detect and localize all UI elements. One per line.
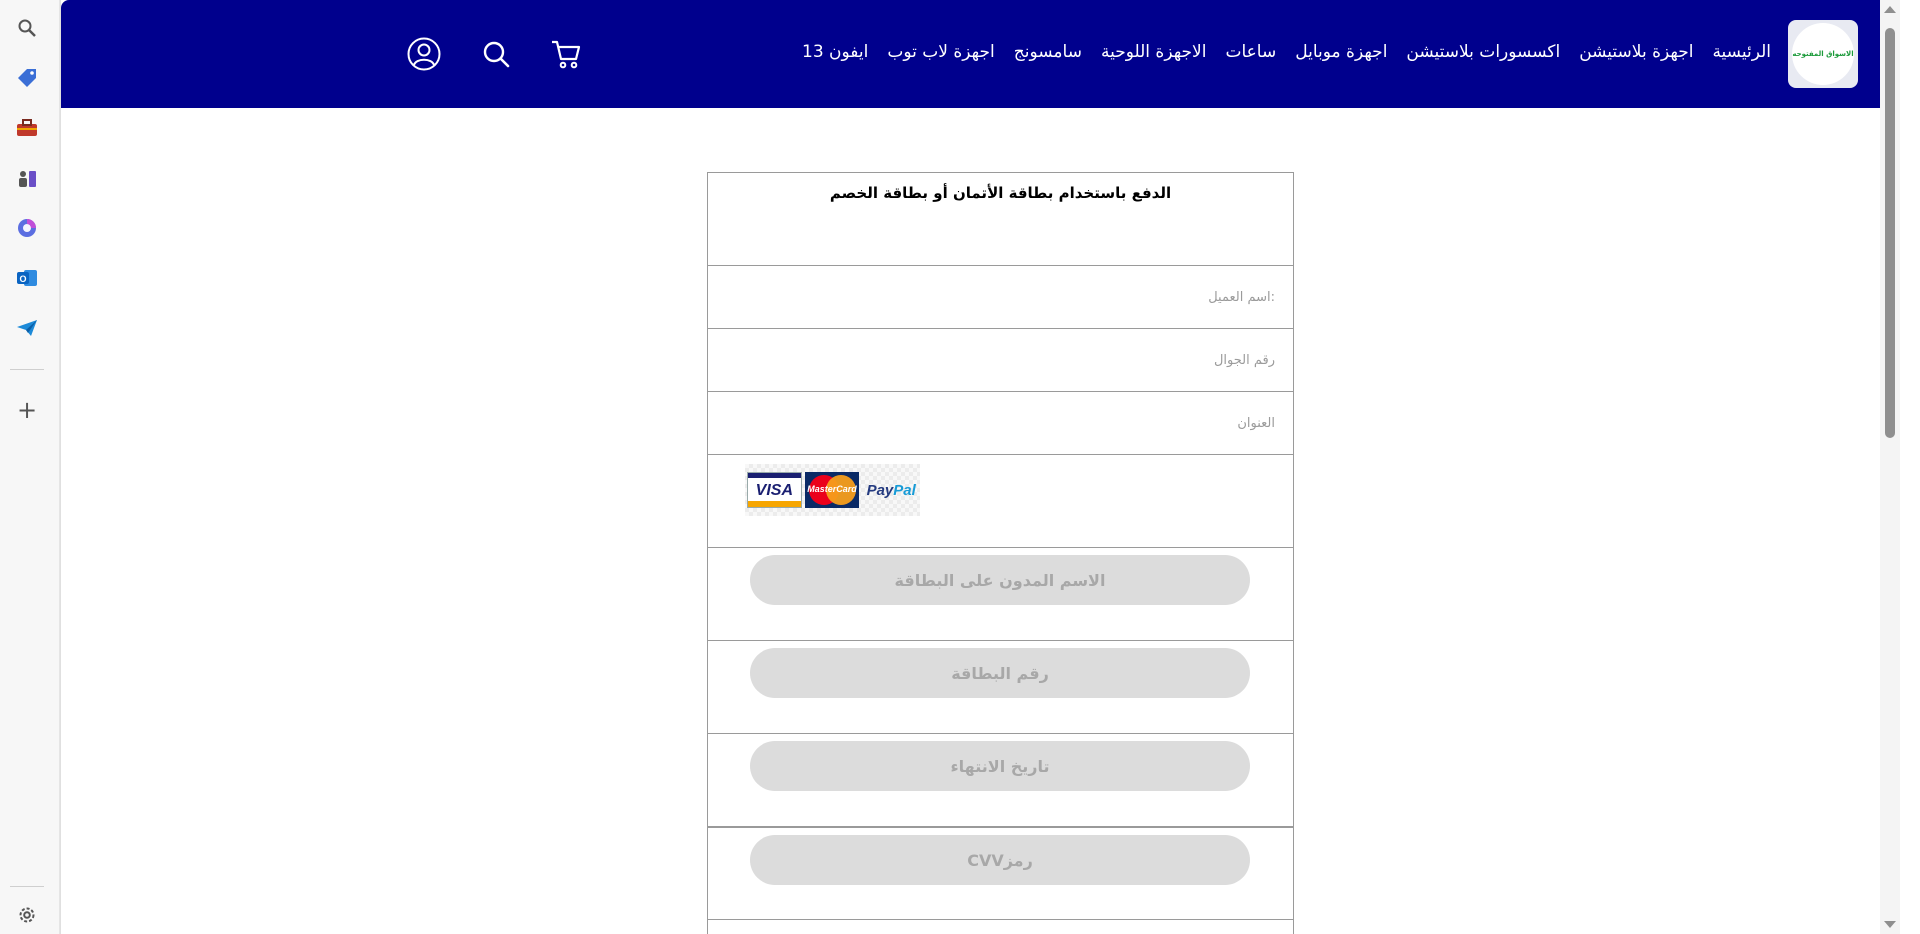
mastercard-logo: MasterCard	[804, 472, 860, 508]
customer-name-row	[708, 266, 1293, 329]
cart-icon[interactable]	[548, 36, 584, 72]
phone-row	[708, 329, 1293, 392]
card-number-row	[708, 641, 1293, 734]
tag-icon[interactable]	[15, 66, 39, 90]
sidebar-divider	[10, 369, 44, 370]
scroll-up-arrow[interactable]	[1884, 6, 1896, 13]
search-icon[interactable]	[478, 36, 514, 72]
gear-icon[interactable]	[15, 903, 39, 927]
visa-logo: VISA	[747, 472, 802, 508]
logo-text: الاسواق المفتوحه	[1792, 50, 1854, 58]
expiry-row	[708, 734, 1293, 827]
card-name-input[interactable]	[750, 555, 1250, 605]
expiry-input[interactable]	[750, 741, 1250, 791]
address-input[interactable]	[708, 392, 1293, 454]
page-scrollbar[interactable]	[1880, 0, 1900, 934]
customer-name-input[interactable]	[708, 266, 1293, 328]
svg-text:O: O	[19, 274, 26, 284]
phone-input[interactable]	[708, 329, 1293, 391]
site-logo[interactable]: الاسواق المفتوحه	[1788, 20, 1858, 88]
nav-mobile[interactable]: اجهزة موبايل	[1295, 42, 1387, 62]
cvv-input[interactable]	[750, 835, 1250, 885]
address-row	[708, 392, 1293, 455]
nav-home[interactable]: الرئيسية	[1712, 42, 1771, 62]
user-icon[interactable]	[406, 36, 442, 72]
browser-sidebar: O +	[0, 0, 60, 934]
chess-icon[interactable]	[15, 166, 39, 190]
outlook-icon[interactable]: O	[15, 266, 39, 290]
payment-form: الدفع باستخدام بطاقة الأتمان أو بطاقة ال…	[707, 172, 1294, 934]
logo-circle: الاسواق المفتوحه	[1792, 23, 1854, 85]
cvv-row	[708, 827, 1293, 920]
nav-laptops[interactable]: اجهزة لاب توب	[887, 42, 994, 62]
nav-watches[interactable]: ساعات	[1225, 42, 1276, 62]
card-number-input[interactable]	[750, 648, 1250, 698]
form-title-row: الدفع باستخدام بطاقة الأتمان أو بطاقة ال…	[708, 173, 1293, 266]
main-nav: الرئيسية اجهزة بلاستيشن اكسسورات بلاستيش…	[802, 42, 1771, 62]
scrollbar-thumb[interactable]	[1885, 28, 1895, 438]
scroll-down-arrow[interactable]	[1884, 921, 1896, 928]
nav-samsung[interactable]: سامسونج	[1014, 42, 1082, 62]
card-logos-image: VISA MasterCard Pay Pal	[745, 464, 920, 516]
nav-playstation-accessories[interactable]: اكسسورات بلاستيشن	[1406, 42, 1560, 62]
page-viewport: الاسواق المفتوحه الرئيسية اجهزة بلاستيشن…	[60, 0, 1900, 934]
nav-playstation[interactable]: اجهزة بلاستيشن	[1579, 42, 1693, 62]
search-icon[interactable]	[15, 16, 39, 40]
site-header: الاسواق المفتوحه الرئيسية اجهزة بلاستيشن…	[61, 0, 1900, 108]
sidebar-divider	[10, 886, 44, 887]
send-icon[interactable]	[15, 316, 39, 340]
nav-tablets[interactable]: الاجهزة اللوحية	[1101, 42, 1207, 62]
nav-iphone-13[interactable]: ايفون 13	[802, 42, 868, 62]
paypal-logo: Pay Pal	[866, 481, 916, 499]
toolbox-icon[interactable]	[15, 116, 39, 140]
form-title: الدفع باستخدام بطاقة الأتمان أو بطاقة ال…	[829, 184, 1172, 202]
add-icon[interactable]: +	[15, 398, 39, 422]
card-logos-row: VISA MasterCard Pay Pal	[708, 455, 1293, 548]
card-name-row	[708, 548, 1293, 641]
copilot-icon[interactable]	[15, 216, 39, 240]
